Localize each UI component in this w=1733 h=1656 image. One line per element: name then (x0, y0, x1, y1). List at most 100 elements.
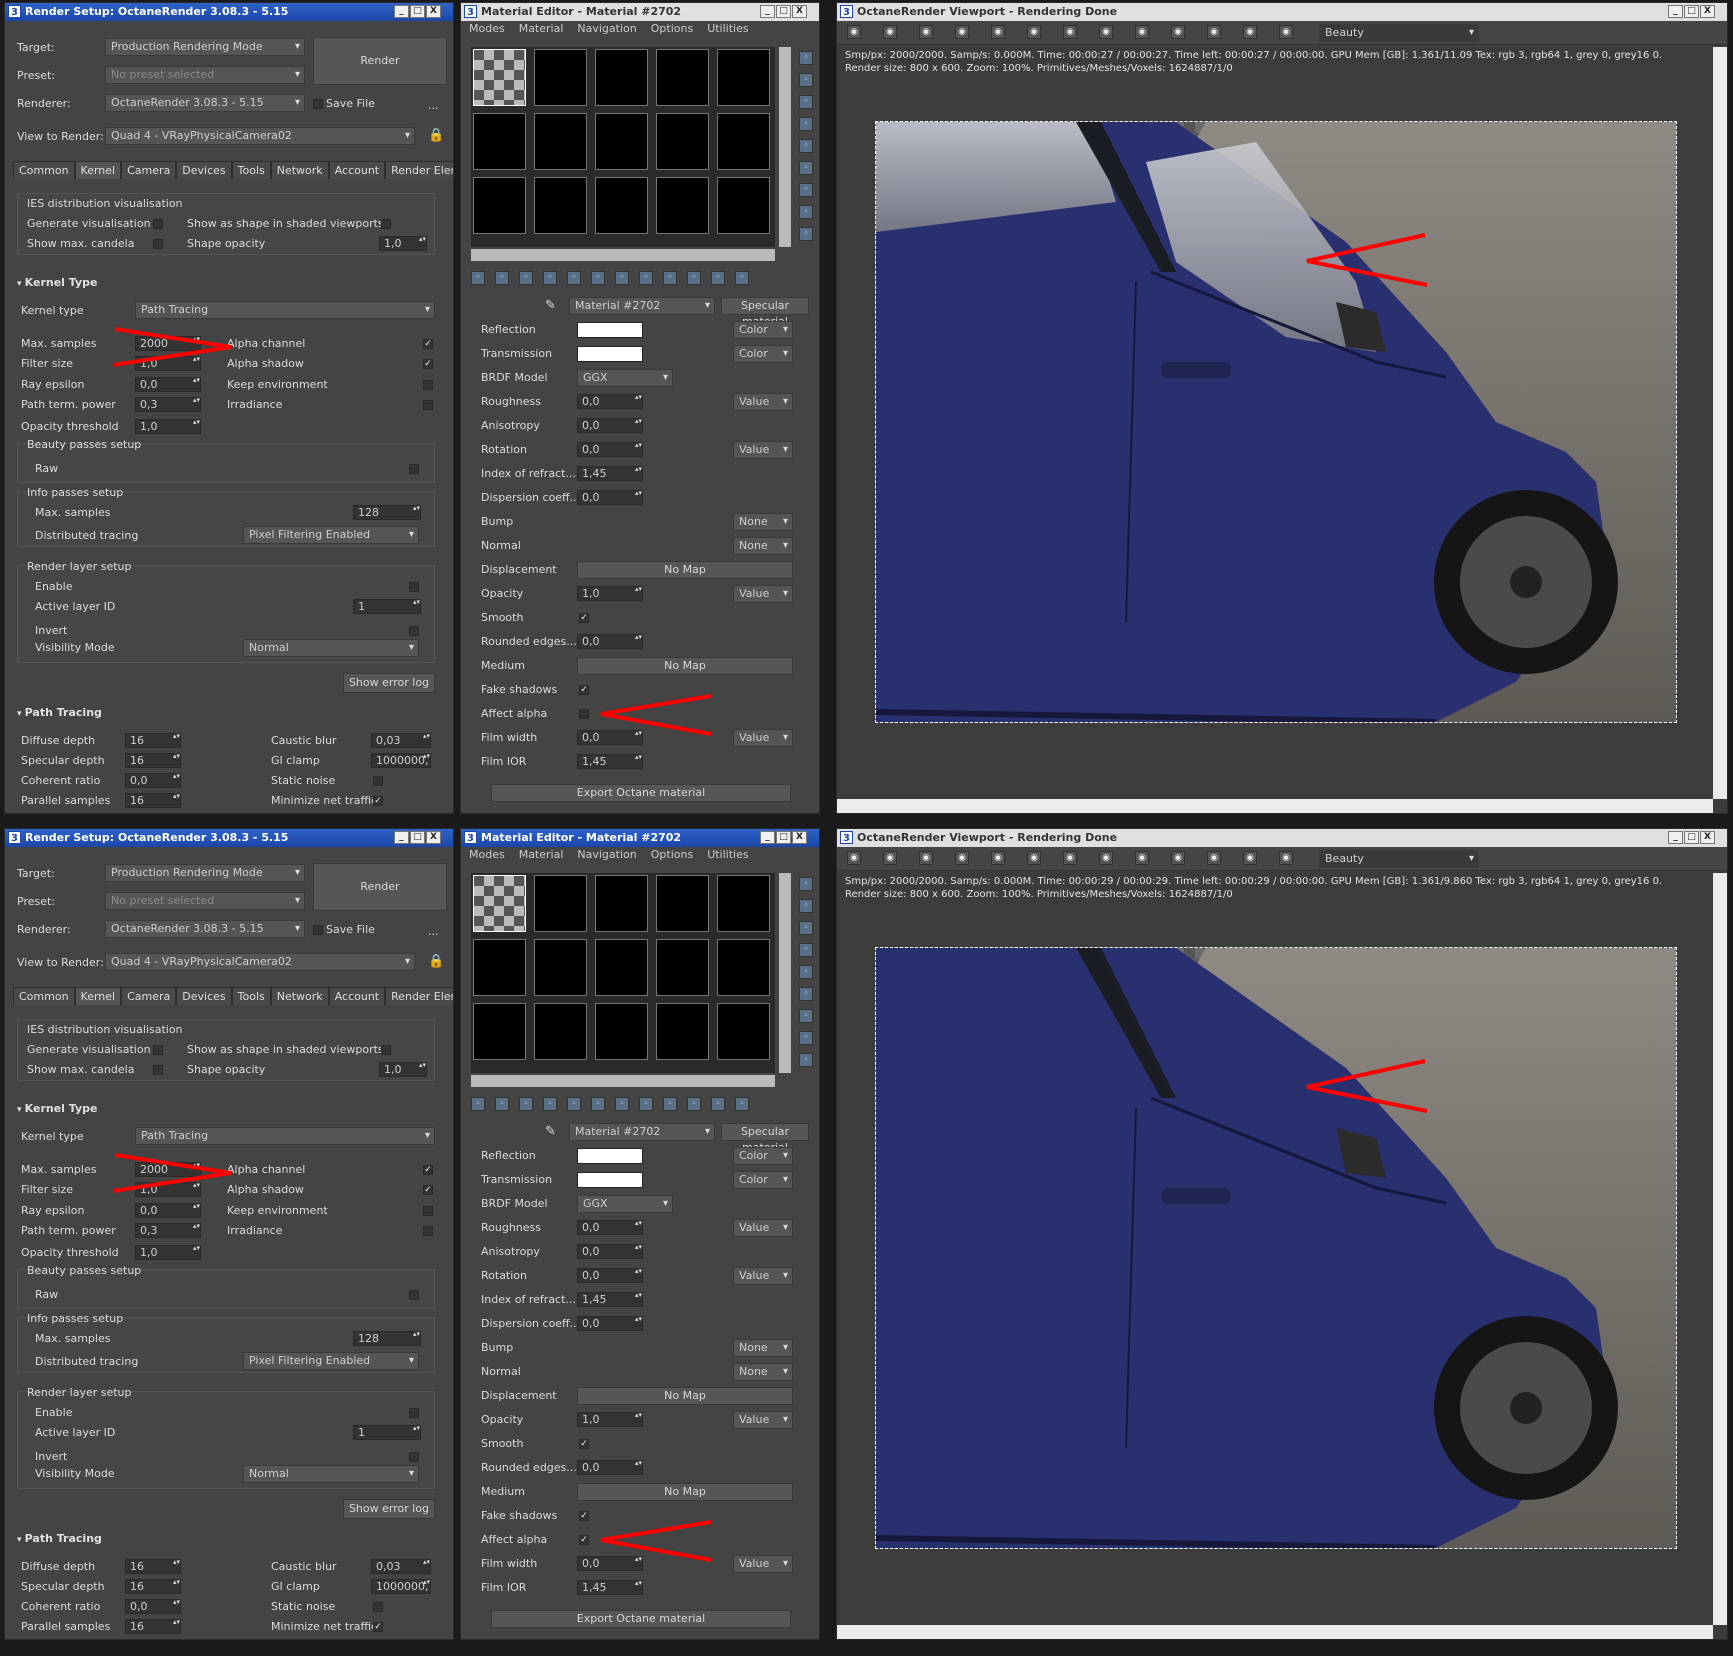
transmission-mode-dropdown[interactable]: Color (733, 1171, 793, 1189)
tab-account[interactable]: Account (328, 161, 386, 179)
anisotropy-spinner[interactable]: 0,0 (577, 418, 643, 433)
gi-clamp-spinner[interactable]: 1000000, (371, 1579, 431, 1594)
generate-visualisation-checkbox[interactable] (153, 1045, 163, 1055)
minimize-button[interactable]: _ (760, 5, 775, 18)
film-ior-spinner[interactable]: 1,45 (577, 754, 643, 769)
camera-icon[interactable]: ◉ (1243, 25, 1257, 39)
opac-spinner[interactable]: 1,0 (135, 419, 201, 434)
sample-slot[interactable] (473, 49, 526, 106)
assign-icon[interactable]: ◦ (519, 271, 533, 285)
medium-map-button[interactable]: No Map (577, 1483, 793, 1501)
kernel-type-dropdown[interactable]: Path Tracing (135, 1127, 435, 1145)
copy-icon[interactable]: ◦ (567, 271, 581, 285)
index-of-refract-spinner[interactable]: 1,45 (577, 466, 643, 481)
par-spinner[interactable]: 16 (125, 793, 181, 808)
tab-devices[interactable]: Devices (176, 987, 232, 1005)
close-button[interactable]: X (426, 831, 441, 844)
tab-render-elements[interactable]: Render Elements (385, 987, 453, 1005)
sample-slot[interactable] (656, 875, 709, 932)
renderer-dropdown[interactable]: OctaneRender 3.08.3 - 5.15 (105, 920, 305, 938)
pathterm-spinner[interactable]: 0,3 (135, 397, 201, 412)
max-samples-spinner[interactable]: 2000 (135, 1162, 201, 1177)
maximize-button[interactable]: □ (410, 5, 425, 18)
close-button[interactable]: X (1700, 831, 1715, 844)
maximize-button[interactable]: □ (1684, 831, 1699, 844)
diff-spinner[interactable]: 16 (125, 733, 181, 748)
roughness-spinner[interactable]: 0,0 (577, 1220, 643, 1235)
filter-spinner[interactable]: 1,0 (135, 356, 201, 371)
sample-type-icon[interactable]: ◦ (799, 877, 813, 891)
restart-icon[interactable]: ◉ (919, 25, 933, 39)
slot-vscrollbar[interactable] (779, 873, 791, 1073)
kernel-type-rollout[interactable]: Kernel Type (17, 275, 441, 291)
rotation-mode-dropdown[interactable]: Value (733, 1267, 793, 1285)
background-icon[interactable]: ◦ (799, 95, 813, 109)
film-width-spinner[interactable]: 0,0 (577, 730, 643, 745)
roughness-mode-dropdown[interactable]: Value (733, 1219, 793, 1237)
refresh-icon[interactable]: ◉ (1027, 851, 1041, 865)
sample-slot[interactable] (534, 177, 587, 234)
tab-common[interactable]: Common (13, 987, 75, 1005)
smooth-checkbox[interactable]: ✓ (579, 1439, 589, 1449)
normal-mode-dropdown[interactable]: None (733, 1363, 793, 1381)
active-layer-spinner[interactable]: 1 (353, 599, 421, 614)
sample-slot[interactable] (595, 875, 648, 932)
sample-slot[interactable] (717, 49, 770, 106)
options-icon[interactable]: ◦ (799, 183, 813, 197)
target-dropdown[interactable]: Production Rendering Mode (105, 864, 305, 882)
max-samples-spinner[interactable]: 2000 (135, 336, 201, 351)
backlight-icon[interactable]: ◦ (799, 73, 813, 87)
spec-spinner[interactable]: 16 (125, 753, 181, 768)
close-button[interactable]: X (792, 5, 807, 18)
minimize-button[interactable]: _ (760, 831, 775, 844)
go-sibling-icon[interactable]: ◦ (735, 271, 749, 285)
film-width-mode-dropdown[interactable]: Value (733, 729, 793, 747)
menu-material[interactable]: Material (519, 848, 564, 864)
sample-slot[interactable] (595, 939, 648, 996)
transmission-mode-dropdown[interactable]: Color (733, 345, 793, 363)
spec-spinner[interactable]: 16 (125, 1579, 181, 1594)
save-file-checkbox[interactable] (313, 99, 323, 109)
maximize-button[interactable]: □ (776, 5, 791, 18)
show-max-candela-checkbox[interactable] (153, 1065, 163, 1075)
make-preview-icon[interactable]: ◦ (799, 161, 813, 175)
enable-checkbox[interactable] (409, 582, 419, 592)
sample-slot[interactable] (717, 113, 770, 170)
menu-modes[interactable]: Modes (469, 848, 505, 864)
show-as-shape-checkbox[interactable] (381, 1045, 391, 1055)
irr-checkbox[interactable] (423, 400, 433, 410)
tab-kernel[interactable]: Kernel (74, 161, 122, 179)
transmission-color-swatch[interactable] (577, 346, 643, 362)
gear-icon[interactable]: ◉ (1279, 851, 1293, 865)
displacement-map-button[interactable]: No Map (577, 561, 793, 579)
color-picker-icon[interactable]: ◉ (1099, 25, 1113, 39)
caustic-blur-spinner[interactable]: 0,03 (371, 733, 431, 748)
film-ior-spinner[interactable]: 1,45 (577, 1580, 643, 1595)
material-type-button[interactable]: Specular material (721, 297, 809, 328)
material-name-dropdown[interactable]: Material #2702 (569, 297, 715, 315)
export-octane-material-button[interactable]: Export Octane material (491, 784, 791, 802)
viewport-hscrollbar[interactable] (837, 799, 1713, 813)
sample-slot[interactable] (534, 113, 587, 170)
shape-opacity-spinner[interactable]: 1,0 (379, 1062, 427, 1077)
camera-icon[interactable]: ◉ (1243, 851, 1257, 865)
save-icon[interactable]: ◉ (847, 25, 861, 39)
copy-icon[interactable]: ◦ (567, 1097, 581, 1111)
tab-devices[interactable]: Devices (176, 161, 232, 179)
refresh-icon[interactable]: ◉ (1027, 25, 1041, 39)
anisotropy-spinner[interactable]: 0,0 (577, 1244, 643, 1259)
slot-vscrollbar[interactable] (779, 47, 791, 247)
brdf-model-dropdown[interactable]: GGX (577, 1195, 673, 1213)
tab-kernel[interactable]: Kernel (74, 987, 122, 1005)
tab-network[interactable]: Network (270, 161, 329, 179)
menu-modes[interactable]: Modes (469, 22, 505, 38)
tab-tools[interactable]: Tools (231, 161, 271, 179)
info-max-samples-spinner[interactable]: 128 (353, 505, 421, 520)
keep-env-checkbox[interactable] (423, 1206, 433, 1216)
select-by-material-icon[interactable]: ◦ (799, 205, 813, 219)
maximize-button[interactable]: □ (1684, 5, 1699, 18)
sample-slot[interactable] (534, 1003, 587, 1060)
go-parent-icon[interactable]: ◦ (711, 271, 725, 285)
snapshot-icon[interactable]: ◉ (1207, 25, 1221, 39)
tab-tools[interactable]: Tools (231, 987, 271, 1005)
